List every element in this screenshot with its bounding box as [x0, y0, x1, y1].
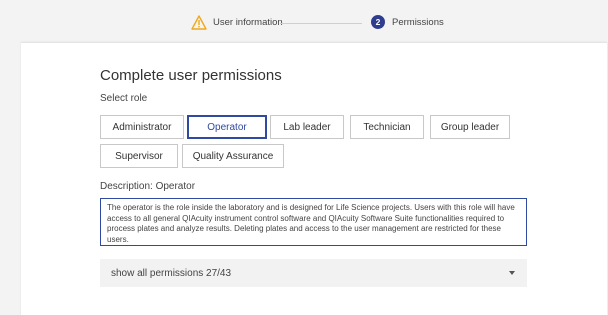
role-button-quality-assurance[interactable]: Quality Assurance	[182, 144, 284, 168]
warning-icon	[191, 15, 207, 30]
role-button-administrator[interactable]: Administrator	[100, 115, 184, 139]
role-button-group-leader[interactable]: Group leader	[430, 115, 510, 139]
role-button-lab-leader[interactable]: Lab leader	[270, 115, 344, 139]
step2-number-badge: 2	[371, 15, 385, 29]
step-permissions[interactable]: 2 Permissions	[371, 15, 444, 29]
role-button-technician[interactable]: Technician	[350, 115, 424, 139]
role-button-operator[interactable]: Operator	[187, 115, 267, 139]
step1-label: User information	[213, 17, 283, 28]
step2-label: Permissions	[392, 16, 444, 28]
description-text: The operator is the role inside the labo…	[100, 198, 527, 246]
page-title: Complete user permissions	[100, 67, 282, 84]
show-all-permissions-toggle[interactable]: show all permissions 27/43	[100, 259, 527, 287]
permissions-toggle-label: show all permissions 27/43	[111, 267, 232, 279]
stepper: User information 2 Permissions	[0, 0, 608, 42]
description-label: Description: Operator	[100, 181, 196, 192]
step-user-information[interactable]: User information	[191, 15, 283, 30]
caret-down-icon	[509, 271, 515, 275]
step-connector-line	[280, 23, 362, 24]
role-button-supervisor[interactable]: Supervisor	[100, 144, 178, 168]
select-role-label: Select role	[100, 93, 148, 104]
